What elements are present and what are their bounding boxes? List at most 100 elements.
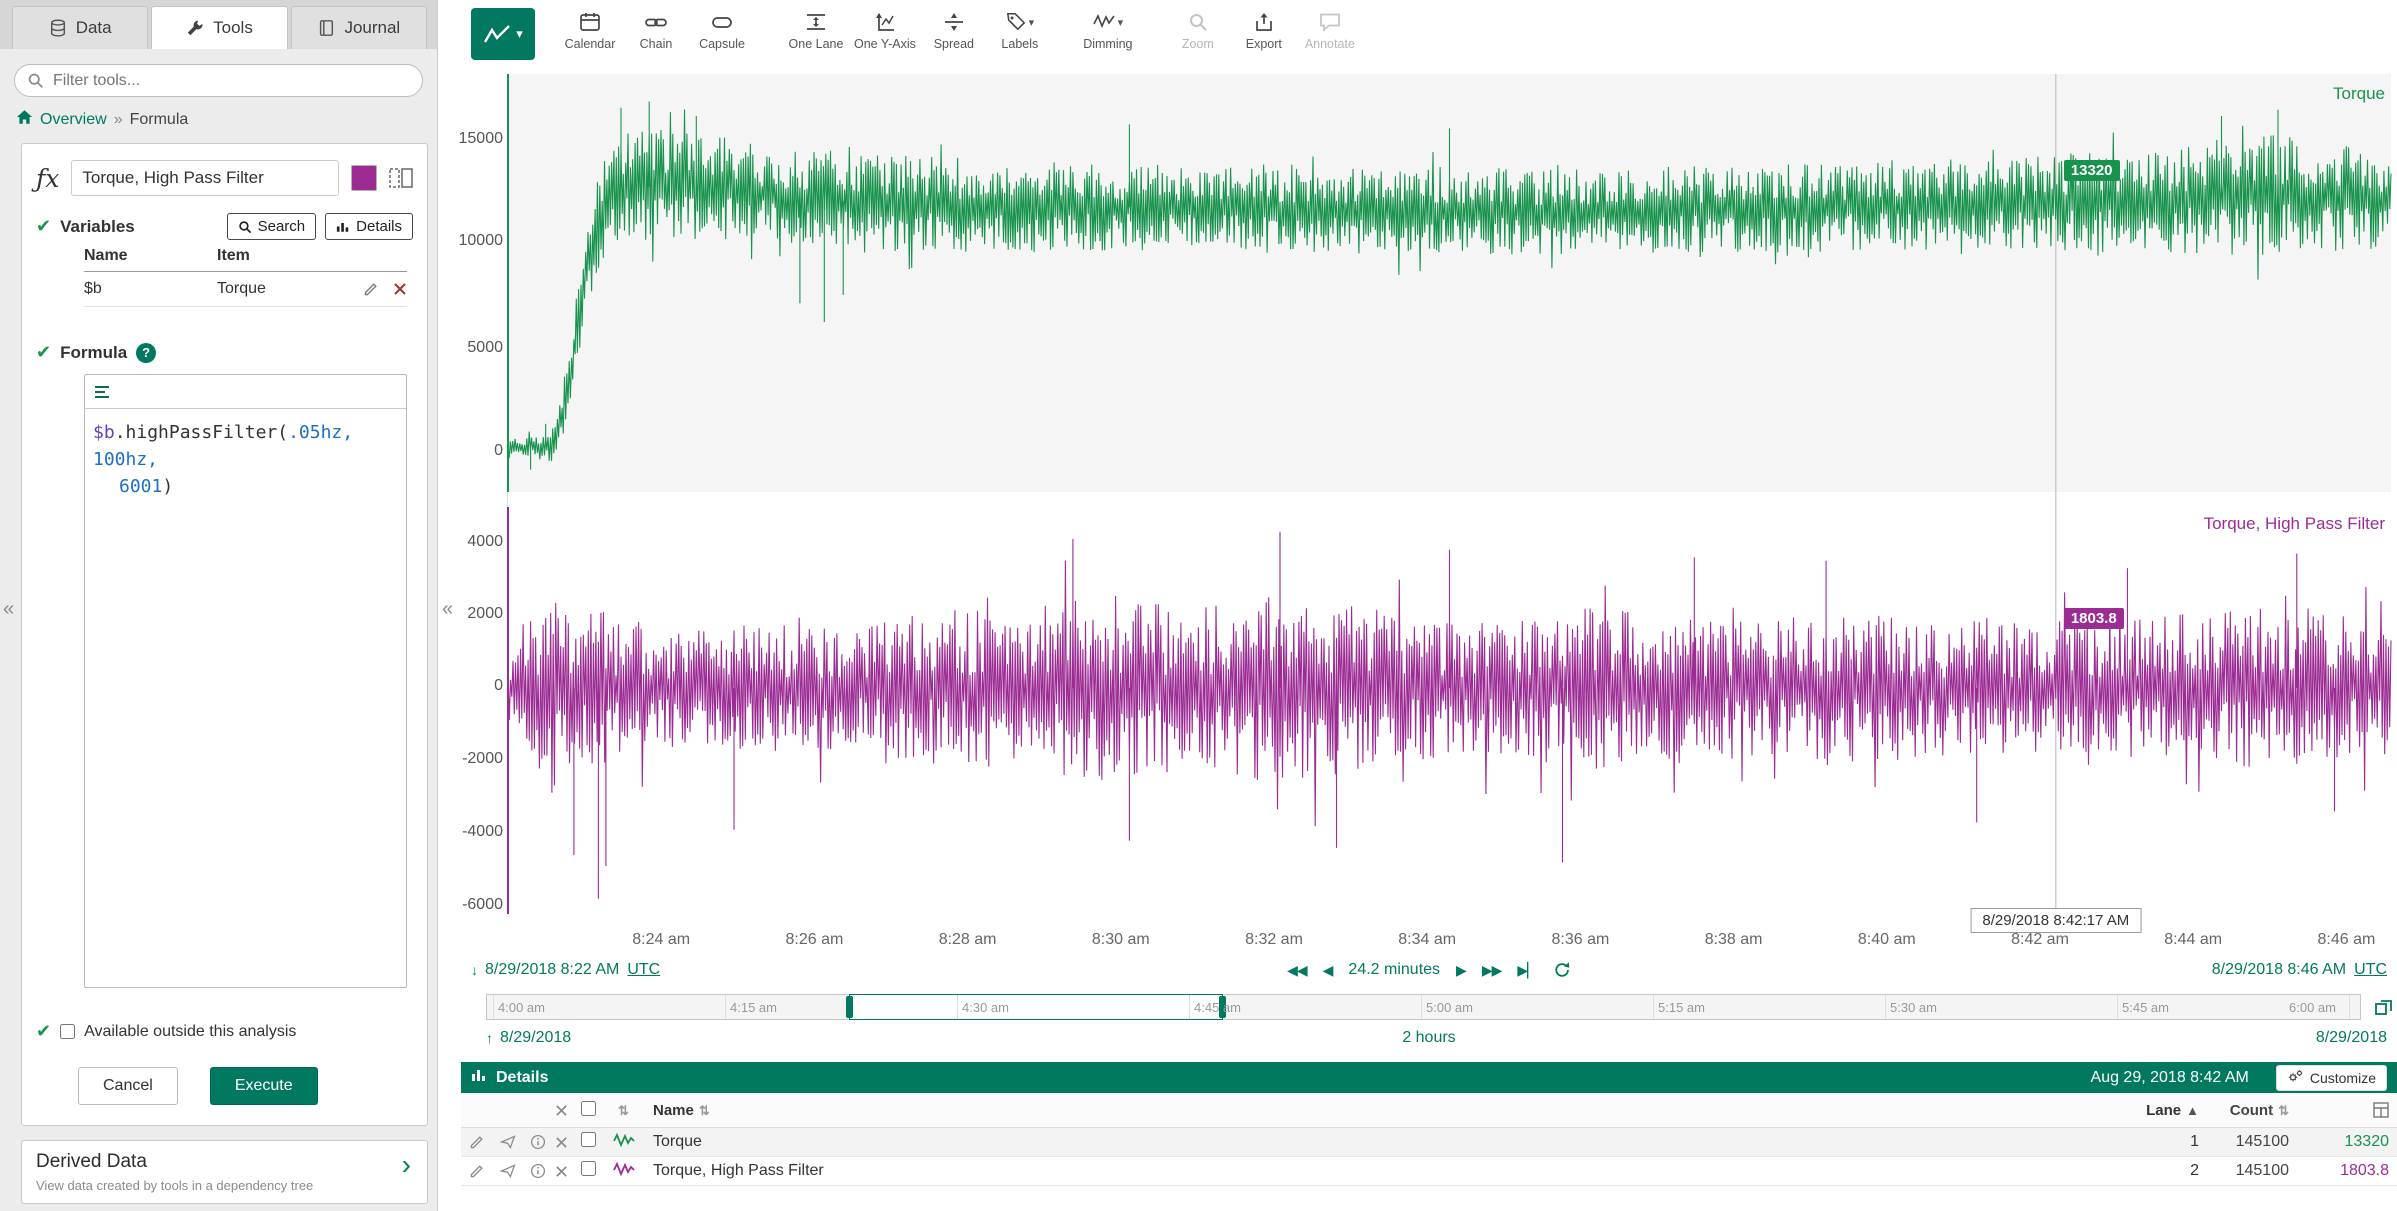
toolbar-spread-button[interactable]: Spread xyxy=(921,8,987,54)
formula-name-input[interactable] xyxy=(71,160,339,196)
torque-signal-path xyxy=(508,102,2391,470)
lane-column-header[interactable]: Lane▲ xyxy=(2129,1102,2199,1119)
edit-icon[interactable] xyxy=(469,1134,500,1150)
home-icon[interactable] xyxy=(16,109,33,130)
brush-left-handle[interactable] xyxy=(846,996,853,1018)
details-row-torque[interactable]: Torque 1 145100 13320 xyxy=(461,1128,2397,1157)
sort-by-type-icon[interactable]: ⇅ xyxy=(618,1103,629,1118)
range-start-label[interactable]: 8/29/2018 8:22 AM xyxy=(485,961,619,979)
tab-data-label: Data xyxy=(76,18,112,38)
range-end-label[interactable]: 8/29/2018 8:46 AM xyxy=(2212,961,2346,979)
item-lane: 2 xyxy=(2129,1162,2199,1180)
step-forward-icon[interactable]: ▶ xyxy=(1456,962,1466,979)
variables-search-button[interactable]: Search xyxy=(227,213,317,240)
remove-icon[interactable] xyxy=(555,1165,581,1178)
lane-1-label[interactable]: Torque xyxy=(2333,84,2385,104)
toolbar-export-button[interactable]: Export xyxy=(1231,8,1297,54)
help-icon[interactable]: ? xyxy=(136,343,156,363)
info-icon[interactable] xyxy=(530,1134,555,1150)
remove-icon[interactable] xyxy=(555,1136,581,1149)
y-tick-label: -4000 xyxy=(429,823,503,841)
y-tick-label: 5000 xyxy=(429,339,503,357)
info-icon[interactable] xyxy=(530,1163,555,1179)
name-column-header[interactable]: Name⇅ xyxy=(653,1102,2129,1119)
cancel-button[interactable]: Cancel xyxy=(78,1067,178,1105)
send-icon[interactable] xyxy=(500,1134,530,1150)
row-checkbox[interactable] xyxy=(581,1161,596,1176)
timeline-duration-label[interactable]: 2 hours xyxy=(1402,1029,1455,1047)
row-checkbox[interactable] xyxy=(581,1132,596,1147)
available-row: ✔ Available outside this analysis xyxy=(22,1012,427,1049)
trend-view-dropdown[interactable]: ▾ xyxy=(471,8,535,60)
formula-editor[interactable]: $b.highPassFilter(.05hz, 100hz,6001) xyxy=(84,374,407,988)
cursor-value-chip-torque: 13320 xyxy=(2064,160,2120,181)
timeline-expand-icon[interactable] xyxy=(2374,998,2394,1021)
edit-variable-icon[interactable] xyxy=(363,281,379,297)
trend-chart[interactable]: 150001000050000400020000-2000-4000-6000 … xyxy=(461,72,2397,950)
toolbar-one-y-axis-button[interactable]: One Y-Axis xyxy=(849,8,921,54)
sort-icon[interactable]: ⇅ xyxy=(699,1103,710,1118)
derived-data-panel[interactable]: Derived Data View data created by tools … xyxy=(21,1140,428,1204)
variables-details-button[interactable]: Details xyxy=(325,213,413,240)
details-row-highpass[interactable]: Torque, High Pass Filter 2 145100 1803.8 xyxy=(461,1157,2397,1186)
color-swatch[interactable] xyxy=(351,165,377,191)
toolbar-dimming-button[interactable]: ▾ Dimming xyxy=(1075,8,1141,54)
code-variable: $b xyxy=(93,422,115,443)
timeline-start-date[interactable]: 8/29/2018 xyxy=(500,1029,571,1047)
refresh-icon[interactable] xyxy=(1553,961,1571,979)
value-column-header[interactable] xyxy=(2289,1102,2389,1118)
toolbar-zoom-button: Zoom xyxy=(1165,8,1231,54)
timeline-selection-brush[interactable] xyxy=(849,994,1223,1020)
gears-icon xyxy=(2287,1069,2304,1087)
variable-item: Torque xyxy=(217,280,363,298)
cursor-time-tooltip: 8/29/2018 8:42:17 AM xyxy=(1970,908,2141,933)
item-name[interactable]: Torque, High Pass Filter xyxy=(653,1162,2129,1180)
chevron-right-icon[interactable]: › xyxy=(402,1151,411,1179)
toolbar-capsule-button[interactable]: Capsule xyxy=(689,8,755,54)
lane-2-label[interactable]: Torque, High Pass Filter xyxy=(2204,514,2385,534)
toolbar-calendar-button[interactable]: Calendar xyxy=(557,8,623,54)
x-tick-label: 8:32 am xyxy=(1224,931,1324,949)
filter-tools-input[interactable] xyxy=(14,64,423,97)
sort-icon[interactable]: ⇅ xyxy=(2278,1103,2289,1118)
sort-asc-icon[interactable]: ▲ xyxy=(2186,1103,2199,1118)
timeline-track[interactable]: 4:00 am4:15 am4:30 am4:45 am5:00 am5:15 … xyxy=(486,994,2361,1020)
dimming-icon xyxy=(1093,11,1115,34)
split-panel-icon[interactable] xyxy=(389,168,413,188)
toolbar-one-lane-button[interactable]: One Lane xyxy=(783,8,849,54)
send-icon[interactable] xyxy=(500,1163,530,1179)
remove-variable-icon[interactable] xyxy=(393,282,407,296)
execute-button[interactable]: Execute xyxy=(210,1067,318,1105)
step-to-end-icon[interactable]: ▶▏ xyxy=(1517,962,1537,979)
remove-all-icon[interactable] xyxy=(555,1104,581,1117)
chevron-down-icon: ▾ xyxy=(1118,16,1124,29)
export-icon xyxy=(1253,11,1275,33)
tab-journal[interactable]: Journal xyxy=(291,6,427,49)
edit-icon[interactable] xyxy=(469,1163,500,1179)
select-all-checkbox[interactable] xyxy=(581,1101,596,1116)
step-back-fast-icon[interactable]: ◀◀ xyxy=(1287,962,1307,979)
collapse-left-icon[interactable]: « xyxy=(3,598,14,621)
code-arg-number: 6001 xyxy=(119,476,162,497)
customize-button[interactable]: Customize xyxy=(2276,1065,2387,1091)
formula-code[interactable]: $b.highPassFilter(.05hz, 100hz,6001) xyxy=(85,409,406,510)
y-tick-label: -6000 xyxy=(429,896,503,914)
step-forward-fast-icon[interactable]: ▶▶ xyxy=(1482,962,1502,979)
toolbar-labels-button[interactable]: ▾ Labels xyxy=(987,8,1053,54)
count-column-header[interactable]: Count⇅ xyxy=(2199,1102,2289,1119)
available-outside-checkbox[interactable] xyxy=(60,1024,75,1039)
formula-lines-icon[interactable] xyxy=(94,385,110,399)
tab-tools[interactable]: Tools xyxy=(151,6,287,49)
breadcrumb-overview-link[interactable]: Overview xyxy=(40,111,107,129)
timeline-end-date[interactable]: 8/29/2018 xyxy=(2316,1029,2387,1047)
step-back-icon[interactable]: ◀ xyxy=(1323,962,1333,979)
available-outside-label: Available outside this analysis xyxy=(84,1023,296,1041)
tab-data[interactable]: Data xyxy=(12,6,148,49)
variable-name: $b xyxy=(84,280,217,298)
formula-editor-toolbar xyxy=(85,375,406,409)
toolbar-chain-button[interactable]: Chain xyxy=(623,8,689,54)
range-start-timezone[interactable]: UTC xyxy=(627,961,660,979)
range-end-timezone[interactable]: UTC xyxy=(2354,961,2387,979)
item-name[interactable]: Torque xyxy=(653,1133,2129,1151)
range-duration-label[interactable]: 24.2 minutes xyxy=(1348,961,1440,979)
